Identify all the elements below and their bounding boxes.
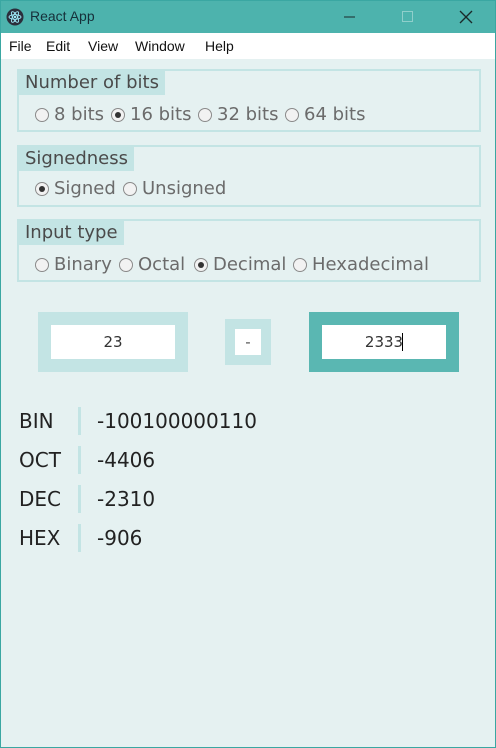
operator-input[interactable]: [235, 329, 261, 355]
radio-label: Octal: [138, 254, 186, 275]
radio-label: 8 bits: [54, 104, 105, 125]
radio-button[interactable]: [35, 108, 49, 122]
window-title: React App: [30, 8, 95, 24]
radio-label: Unsigned: [142, 178, 227, 199]
title-bar[interactable]: React App: [1, 1, 495, 33]
radio-button[interactable]: [285, 108, 299, 122]
app-window: React App File Edit View Window Help Num…: [0, 0, 496, 748]
bits-fieldset: Number of bits 8 bits 16 bits 32 bits 64…: [17, 69, 481, 132]
result-label: DEC: [19, 487, 62, 511]
result-value: -2310: [97, 487, 156, 511]
radio-label: Binary: [54, 254, 112, 275]
result-value: -100100000110: [97, 409, 257, 433]
electron-icon: [6, 8, 24, 26]
menu-view[interactable]: View: [88, 38, 118, 54]
radio-button-selected[interactable]: [194, 258, 208, 272]
main-content: Number of bits 8 bits 16 bits 32 bits 64…: [1, 59, 495, 747]
operand2-box-focused: [309, 312, 459, 372]
result-label: BIN: [19, 409, 54, 433]
radio-button[interactable]: [123, 182, 137, 196]
input-type-fieldset: Input type Binary Octal Decimal Hexadeci…: [17, 219, 481, 282]
operator-box: [225, 319, 271, 365]
menu-edit[interactable]: Edit: [46, 38, 70, 54]
text-caret: [402, 333, 403, 351]
radio-label: 64 bits: [304, 104, 366, 125]
bits-legend: Number of bits: [19, 71, 165, 95]
radio-label: Decimal: [213, 254, 287, 275]
close-icon: [459, 10, 473, 24]
input-type-legend: Input type: [19, 221, 124, 245]
result-divider: [78, 524, 81, 552]
radio-label: 16 bits: [130, 104, 192, 125]
radio-button[interactable]: [119, 258, 133, 272]
radio-label: Hexadecimal: [312, 254, 429, 275]
maximize-icon: [402, 11, 413, 22]
maximize-button[interactable]: [385, 1, 431, 33]
result-divider: [78, 446, 81, 474]
minimize-button[interactable]: [327, 1, 373, 33]
result-value: -906: [97, 526, 143, 550]
operand1-input[interactable]: [51, 325, 175, 359]
signedness-fieldset: Signedness Signed Unsigned: [17, 145, 481, 207]
signedness-legend: Signedness: [19, 147, 134, 171]
radio-button[interactable]: [35, 258, 49, 272]
menu-window[interactable]: Window: [135, 38, 185, 54]
menu-help[interactable]: Help: [205, 38, 234, 54]
operand2-input[interactable]: [322, 325, 446, 359]
close-button[interactable]: [443, 1, 489, 33]
radio-label: 32 bits: [217, 104, 279, 125]
radio-button-selected[interactable]: [35, 182, 49, 196]
radio-label: Signed: [54, 178, 116, 199]
radio-button[interactable]: [293, 258, 307, 272]
radio-button[interactable]: [198, 108, 212, 122]
result-label: OCT: [19, 448, 61, 472]
operand1-box: [38, 312, 188, 372]
radio-button-selected[interactable]: [111, 108, 125, 122]
result-label: HEX: [19, 526, 61, 550]
minimize-icon: [344, 16, 355, 18]
result-divider: [78, 407, 81, 435]
menu-bar: File Edit View Window Help: [1, 33, 495, 59]
result-value: -4406: [97, 448, 156, 472]
menu-file[interactable]: File: [9, 38, 32, 54]
result-divider: [78, 485, 81, 513]
